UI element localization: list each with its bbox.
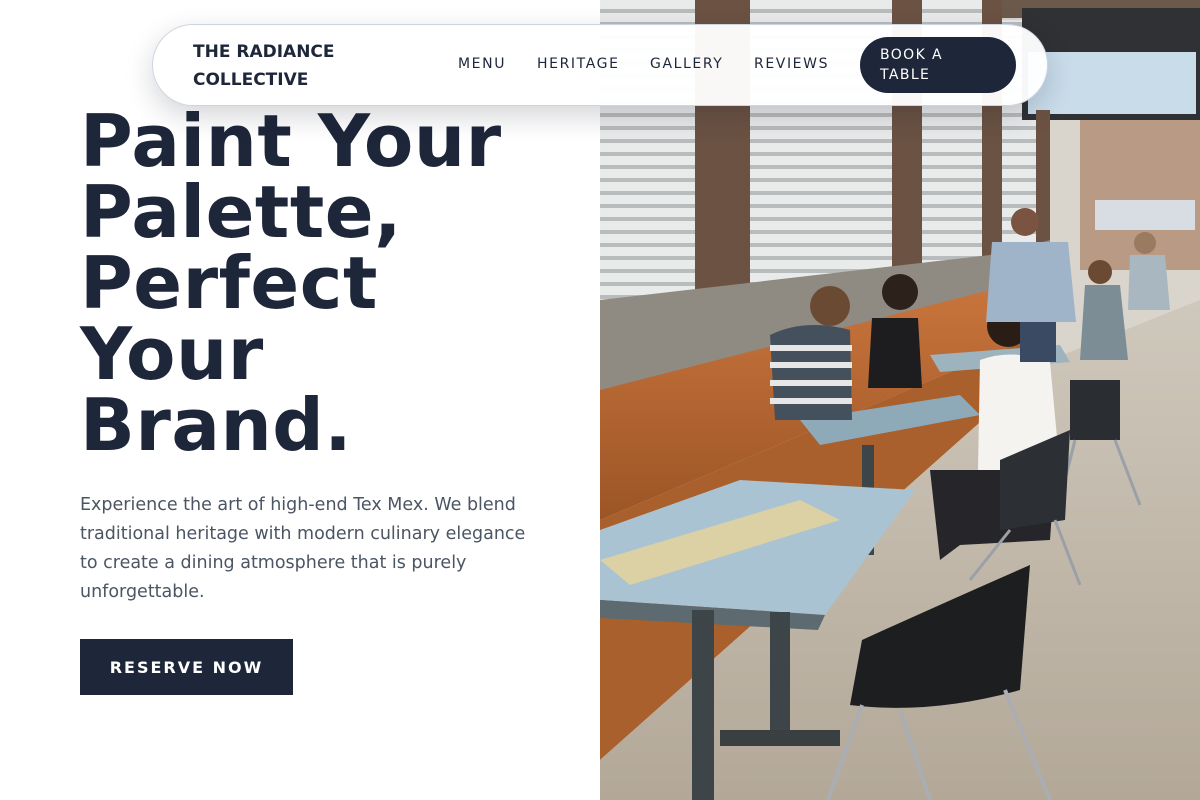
headline-line: Perfect [80, 241, 378, 325]
headline-line: Your [80, 312, 264, 396]
nav-link-gallery[interactable]: GALLERY [650, 56, 723, 72]
brand-line: COLLECTIVE [193, 70, 309, 90]
reserve-now-button[interactable]: RESERVE NOW [80, 639, 293, 695]
headline-line: Paint Your [80, 99, 502, 183]
brand-line: THE RADIANCE [193, 42, 335, 62]
restaurant-patio-photo [600, 0, 1200, 800]
nav-link-menu[interactable]: MENU [458, 56, 506, 72]
headline-line: Brand. [80, 383, 353, 467]
nav-link-heritage[interactable]: HERITAGE [537, 56, 620, 72]
hero-tagline: Experience the art of high-end Tex Mex. … [80, 495, 526, 602]
hero-section: Paint Your Palette, Perfect Your Brand. … [0, 0, 600, 800]
book-table-button[interactable]: BOOK A TABLE [860, 37, 1016, 93]
brand-logo-text[interactable]: THE RADIANCE COLLECTIVE [193, 38, 393, 94]
headline-line: Palette, [80, 170, 402, 254]
hero-headline: Paint Your Palette, Perfect Your Brand. [80, 99, 560, 467]
nav-link-reviews[interactable]: REVIEWS [754, 56, 829, 72]
top-navbar: THE RADIANCE COLLECTIVE MENU HERITAGE GA… [152, 24, 1048, 106]
